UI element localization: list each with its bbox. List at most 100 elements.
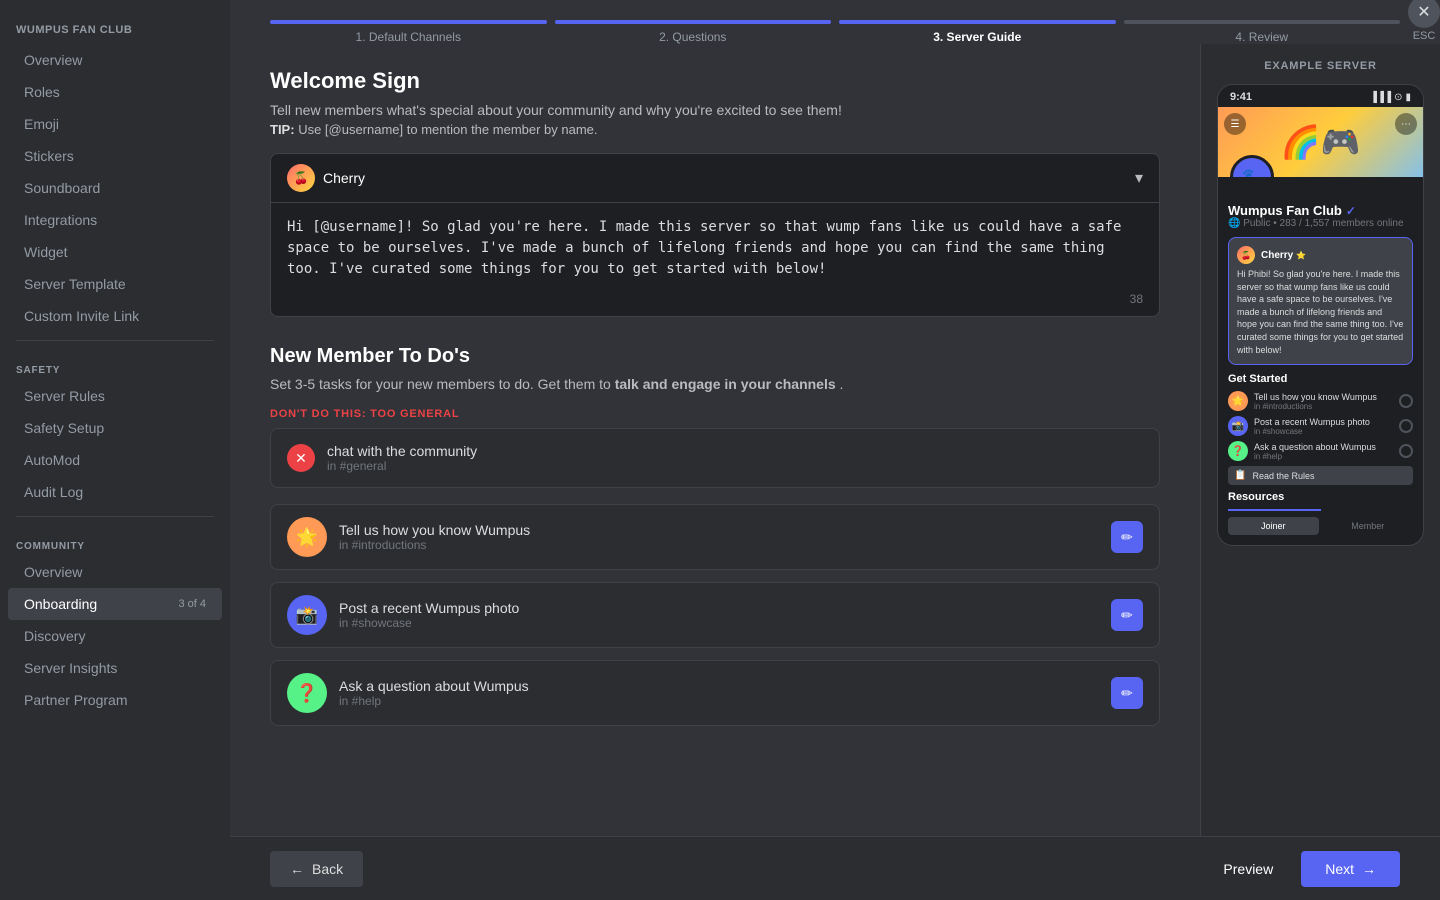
phone-cherry-avatar: 🍒 <box>1237 246 1255 264</box>
left-panel: Welcome Sign Tell new members what's spe… <box>230 44 1200 836</box>
phone-task-avatar-0: 🌟 <box>1228 391 1248 411</box>
footer-right: Preview Next → <box>1203 851 1400 887</box>
username-selector[interactable]: 🍒 Cherry ▾ <box>270 153 1160 203</box>
footer: ← Back Preview Next → <box>230 836 1440 900</box>
task-edit-btn-0[interactable]: ✏ <box>1111 521 1143 553</box>
cherry-badge-icon: ⭐ <box>1296 251 1306 260</box>
phone-mockup: 9:41 ▐▐▐ ⊙ ▮ ☰ ⋯ 🌈🎮 🐾 <box>1217 84 1424 546</box>
task-info-2: Ask a question about Wumpus in #help <box>339 678 1099 708</box>
tip-content: Use [@username] to mention the member by… <box>298 122 597 137</box>
welcome-message-input[interactable]: Hi [@username]! So glad you're here. I m… <box>287 217 1143 297</box>
divider-community <box>16 516 214 517</box>
step-3[interactable]: 3. Server Guide <box>839 20 1116 44</box>
username-left: 🍒 Cherry <box>287 164 365 192</box>
phone-get-started-title: Get Started <box>1228 373 1413 385</box>
todo-desc-text: Set 3-5 tasks for your new members to do… <box>270 376 611 392</box>
tip-text: TIP: Use [@username] to mention the memb… <box>270 122 1160 137</box>
sidebar-item-emoji[interactable]: Emoji <box>8 108 222 140</box>
phone-resources-title: Resources <box>1228 491 1413 503</box>
task-edit-btn-2[interactable]: ✏ <box>1111 677 1143 709</box>
phone-rules-item: 📋 Read the Rules <box>1228 466 1413 485</box>
step-2-line <box>555 20 832 24</box>
x-icon: ✕ <box>287 444 315 472</box>
content-area: Welcome Sign Tell new members what's spe… <box>230 44 1440 836</box>
user-avatar: 🍒 <box>287 164 315 192</box>
step-4-line <box>1124 20 1401 24</box>
sidebar-item-partner-program[interactable]: Partner Program <box>8 684 222 716</box>
sidebar-item-safety-setup[interactable]: Safety Setup <box>8 412 222 444</box>
phone-welcome-text: Hi Phibi! So glad you're here. I made th… <box>1237 268 1404 356</box>
sidebar-item-automod[interactable]: AutoMod <box>8 444 222 476</box>
next-button[interactable]: Next → <box>1301 851 1400 887</box>
tab-member[interactable]: Member <box>1323 517 1414 535</box>
todo-desc-end: . <box>840 376 844 392</box>
welcome-sign-desc: Tell new members what's special about yo… <box>270 102 1160 118</box>
bad-card-text: chat with the community in #general <box>327 443 1143 473</box>
sidebar-item-overview[interactable]: Overview <box>8 44 222 76</box>
sidebar-item-integrations[interactable]: Integrations <box>8 204 222 236</box>
task-avatar-2: ❓ <box>287 673 327 713</box>
sidebar-item-onboarding[interactable]: Onboarding 3 of 4 <box>8 588 222 620</box>
sidebar-item-discovery[interactable]: Discovery <box>8 620 222 652</box>
right-panel: EXAMPLE SERVER 9:41 ▐▐▐ ⊙ ▮ ☰ ⋯ � <box>1200 44 1440 836</box>
example-label: EXAMPLE SERVER <box>1217 60 1424 72</box>
phone-task-checkbox-1[interactable] <box>1399 419 1413 433</box>
phone-server-name: Wumpus Fan Club ✓ <box>1228 203 1413 218</box>
next-label: Next <box>1325 861 1354 877</box>
task-avatar-1: 📸 <box>287 595 327 635</box>
public-label: 🌐 <box>1228 218 1243 229</box>
sidebar-item-audit-log[interactable]: Audit Log <box>8 476 222 508</box>
tab-joiner[interactable]: Joiner <box>1228 517 1319 535</box>
message-box: Hi [@username]! So glad you're here. I m… <box>270 203 1160 317</box>
bad-card-channel: in #general <box>327 459 1143 473</box>
phone-header: 9:41 ▐▐▐ ⊙ ▮ <box>1218 85 1423 107</box>
task-edit-btn-1[interactable]: ✏ <box>1111 599 1143 631</box>
sidebar-item-soundboard[interactable]: Soundboard <box>8 172 222 204</box>
task-info-1: Post a recent Wumpus photo in #showcase <box>339 600 1099 630</box>
preview-label: Preview <box>1223 861 1273 877</box>
step-1-label: 1. Default Channels <box>356 30 461 44</box>
sidebar-item-server-template[interactable]: Server Template <box>8 268 222 300</box>
task-card-1: 📸 Post a recent Wumpus photo in #showcas… <box>270 582 1160 648</box>
phone-welcome-header: 🍒 Cherry ⭐ <box>1237 246 1404 264</box>
phone-task-name-1: Post a recent Wumpus photo <box>1254 417 1393 427</box>
welcome-sign-title: Welcome Sign <box>270 68 1160 94</box>
step-2[interactable]: 2. Questions <box>555 20 832 44</box>
server-name: WUMPUS FAN CLUB <box>0 16 230 44</box>
task-channel-2: in #help <box>339 694 1099 708</box>
phone-task-checkbox-0[interactable] <box>1399 394 1413 408</box>
phone-task-channel-0: in #introductions <box>1254 402 1393 411</box>
step-1[interactable]: 1. Default Channels <box>270 20 547 44</box>
task-channel-1: in #showcase <box>339 616 1099 630</box>
todo-desc: Set 3-5 tasks for your new members to do… <box>270 376 1160 392</box>
tip-label: TIP: <box>270 122 295 137</box>
sidebar-item-custom-invite[interactable]: Custom Invite Link <box>8 300 222 332</box>
phone-task-channel-1: in #showcase <box>1254 427 1393 436</box>
task-card-2: ❓ Ask a question about Wumpus in #help ✏ <box>270 660 1160 726</box>
phone-task-item-0: 🌟 Tell us how you know Wumpus in #introd… <box>1228 391 1413 411</box>
task-card-0: 🌟 Tell us how you know Wumpus in #introd… <box>270 504 1160 570</box>
phone-task-channel-2: in #help <box>1254 452 1393 461</box>
phone-time: 9:41 <box>1230 91 1252 103</box>
sidebar-item-community-overview[interactable]: Overview <box>8 556 222 588</box>
section-safety: SAFETY <box>0 349 230 380</box>
phone-server-avatar: 🐾 <box>1230 155 1274 177</box>
phone-task-name-2: Ask a question about Wumpus <box>1254 442 1393 452</box>
back-button[interactable]: ← Back <box>270 851 363 887</box>
preview-button[interactable]: Preview <box>1203 851 1293 887</box>
sidebar-item-stickers[interactable]: Stickers <box>8 140 222 172</box>
main-content: 1. Default Channels 2. Questions 3. Serv… <box>230 0 1440 900</box>
sidebar-item-server-insights[interactable]: Server Insights <box>8 652 222 684</box>
sidebar-item-widget[interactable]: Widget <box>8 236 222 268</box>
signal-icon: ▐▐▐ <box>1370 92 1391 103</box>
phone-task-checkbox-2[interactable] <box>1399 444 1413 458</box>
public-text: Public <box>1243 218 1270 229</box>
divider-safety <box>16 340 214 341</box>
sidebar-item-server-rules[interactable]: Server Rules <box>8 380 222 412</box>
step-1-line <box>270 20 547 24</box>
sidebar-item-roles[interactable]: Roles <box>8 76 222 108</box>
step-4[interactable]: 4. Review <box>1124 20 1401 44</box>
phone-task-avatar-1: 📸 <box>1228 416 1248 436</box>
esc-button[interactable]: ✕ ESC <box>1408 0 1440 42</box>
bad-example-card: ✕ chat with the community in #general <box>270 428 1160 488</box>
